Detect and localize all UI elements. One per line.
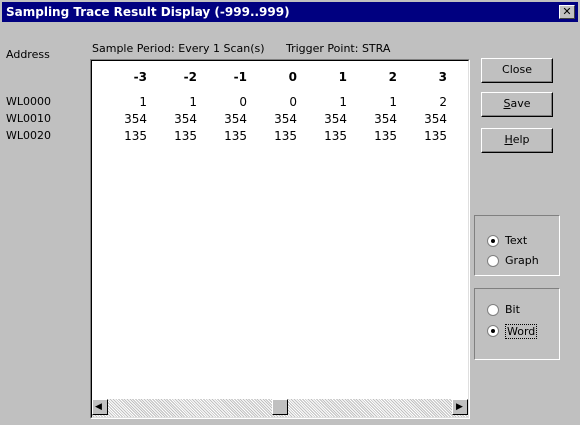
- table-cell: 0: [289, 95, 297, 109]
- table-cell: 135: [124, 129, 147, 143]
- window-close-button[interactable]: ✕: [559, 5, 575, 19]
- radio-text-label: Text: [505, 234, 528, 247]
- save-button-label: Save: [503, 97, 530, 110]
- save-mnemonic: S: [503, 97, 511, 110]
- close-button-label: Close: [502, 63, 532, 76]
- radio-selected-icon: [487, 235, 499, 247]
- table-cell: 135: [424, 129, 447, 143]
- scroll-thumb[interactable]: [272, 399, 288, 415]
- sample-period-label: Sample Period: Every 1 Scan(s): [92, 42, 265, 55]
- table-cell: 135: [174, 129, 197, 143]
- right-arrow-icon: ▶: [456, 402, 463, 412]
- table-cell: 354: [374, 112, 397, 126]
- column-header: -2: [183, 70, 197, 84]
- table-cell: 0: [239, 95, 247, 109]
- column-header: -3: [133, 70, 147, 84]
- column-header: 0: [288, 70, 297, 84]
- close-icon: ✕: [562, 5, 572, 18]
- table-cell: 135: [224, 129, 247, 143]
- trigger-point-label: Trigger Point: STRA: [286, 42, 391, 55]
- radio-unselected-icon: [487, 255, 499, 267]
- scroll-right-button[interactable]: ▶: [452, 399, 468, 415]
- table-cell: 1: [389, 95, 397, 109]
- column-header: 2: [388, 70, 397, 84]
- help-button[interactable]: Help: [481, 128, 553, 153]
- table-cell: 2: [439, 95, 447, 109]
- help-mnemonic: H: [504, 133, 513, 146]
- radio-word-label: Word: [505, 324, 538, 339]
- table-cell: 354: [274, 112, 297, 126]
- trace-data-panel[interactable]: -3 -2 -1 0 1 2 3 1 1 0 0 1 1 2 354 354 3…: [90, 59, 470, 419]
- save-button[interactable]: Save: [481, 92, 553, 117]
- radio-bit-label: Bit: [505, 303, 520, 316]
- horizontal-scrollbar[interactable]: ◀ ▶: [92, 399, 468, 417]
- help-button-label: Help: [504, 133, 529, 146]
- address-row-1: WL0010: [6, 112, 51, 125]
- save-label-rest: ave: [510, 97, 531, 110]
- table-cell: 1: [189, 95, 197, 109]
- left-arrow-icon: ◀: [95, 402, 102, 412]
- scroll-left-button[interactable]: ◀: [92, 399, 108, 415]
- table-cell: 135: [374, 129, 397, 143]
- radio-unselected-icon: [487, 304, 499, 316]
- column-header: 3: [438, 70, 447, 84]
- address-row-2: WL0020: [6, 129, 51, 142]
- title-bar[interactable]: Sampling Trace Result Display (-999..999…: [2, 2, 578, 22]
- table-cell: 354: [324, 112, 347, 126]
- address-row-0: WL0000: [6, 95, 51, 108]
- column-header: -1: [233, 70, 247, 84]
- table-cell: 135: [274, 129, 297, 143]
- help-label-rest: elp: [512, 133, 530, 146]
- table-cell: 354: [124, 112, 147, 126]
- close-button[interactable]: Close: [481, 58, 553, 83]
- address-column-label: Address: [6, 48, 50, 61]
- trace-result-dialog: Sampling Trace Result Display (-999..999…: [0, 0, 580, 425]
- table-cell: 354: [424, 112, 447, 126]
- display-mode-group: Text Graph: [474, 215, 560, 276]
- table-cell: 354: [174, 112, 197, 126]
- data-type-group: Bit Word: [474, 288, 560, 360]
- radio-selected-icon: [487, 325, 499, 337]
- table-cell: 354: [224, 112, 247, 126]
- radio-graph-label: Graph: [505, 254, 539, 267]
- table-cell: 135: [324, 129, 347, 143]
- table-cell: 1: [139, 95, 147, 109]
- window-title: Sampling Trace Result Display (-999..999…: [6, 5, 290, 19]
- table-cell: 1: [339, 95, 347, 109]
- column-header: 1: [338, 70, 347, 84]
